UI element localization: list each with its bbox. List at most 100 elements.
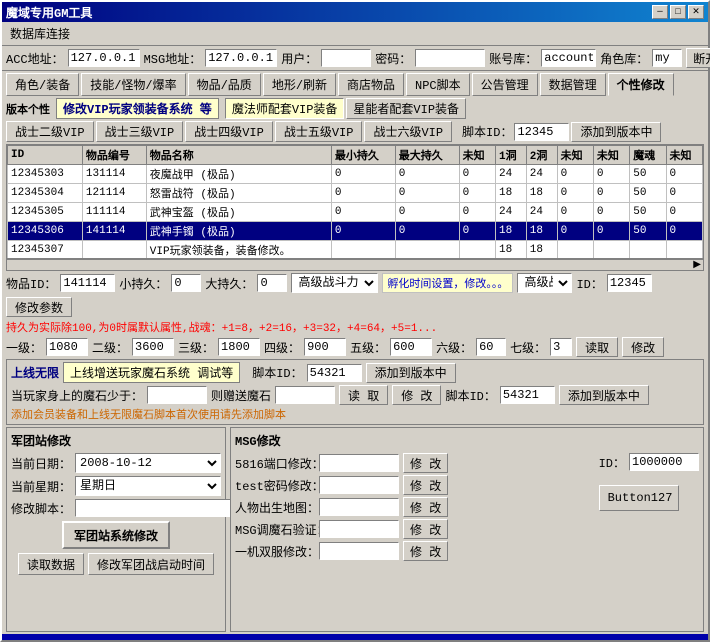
mod-params-btn[interactable]: 修改参数 xyxy=(6,297,72,317)
table-row[interactable]: 12345304121114怒雷战符 (极品)000181800500 xyxy=(8,184,703,203)
msg-row-input-0[interactable] xyxy=(319,454,399,472)
vip-tab-lv2[interactable]: 战士二级VIP xyxy=(6,121,94,142)
msg-id-input[interactable] xyxy=(629,453,699,471)
vip-tab-lv6[interactable]: 战士六级VIP xyxy=(364,121,452,142)
item-id-input[interactable] xyxy=(60,274,115,292)
menu-bar: 数据库连接 xyxy=(2,22,708,46)
vip-tab-lv4[interactable]: 战士四级VIP xyxy=(185,121,273,142)
unlimited-script-id-input[interactable] xyxy=(307,364,362,382)
role-db-input[interactable] xyxy=(652,49,682,67)
lv3-input[interactable] xyxy=(218,338,260,356)
tab-npc[interactable]: NPC脚本 xyxy=(406,73,470,96)
guild-week-select[interactable]: 星期日 xyxy=(75,476,221,496)
unlimited-section: 上线无限 上线增送玩家魔石系统 调试等 脚本ID： 添加到版本中 当玩家身上的魔… xyxy=(6,359,704,425)
tab-announce[interactable]: 公告管理 xyxy=(472,73,538,96)
guild-big-btn[interactable]: 军团站系统修改 xyxy=(62,521,170,549)
unlimited-mod-btn[interactable]: 修 改 xyxy=(392,385,441,405)
unlimited-script-id2-input[interactable] xyxy=(500,386,555,404)
lv1-label: 一级： xyxy=(6,339,42,356)
foot-id-input[interactable] xyxy=(514,123,569,141)
gift-threshold-input[interactable] xyxy=(147,386,207,404)
tab-role-equip[interactable]: 角色/装备 xyxy=(6,73,79,96)
min-dur-input[interactable] xyxy=(171,274,201,292)
msg-row-input-1[interactable] xyxy=(319,476,399,494)
combat-select2[interactable]: 高级战 xyxy=(517,273,572,293)
acc-db-input[interactable] xyxy=(541,49,596,67)
msg-section: MSG修改 5816端口修改：修 改test密码修改：修 改人物出生地图：修 改… xyxy=(230,427,704,632)
user-input[interactable] xyxy=(321,49,371,67)
tab-skill-mob[interactable]: 技能/怪物/爆率 xyxy=(81,73,185,96)
unlimited-title: 上线无限 xyxy=(11,364,59,381)
combat-select[interactable]: 高级战斗力 xyxy=(291,273,378,293)
tab-terrain[interactable]: 地形/刷新 xyxy=(263,73,336,96)
msg-row-btn-4[interactable]: 修 改 xyxy=(403,541,448,561)
level-read-btn[interactable]: 读取 xyxy=(576,337,618,357)
close-button[interactable]: ✕ xyxy=(688,5,704,19)
connect-button[interactable]: 断开 xyxy=(686,48,710,68)
guild-read-btn[interactable]: 读取数据 xyxy=(18,553,84,575)
lv3-label: 三级： xyxy=(178,339,214,356)
pwd-input[interactable] xyxy=(415,49,485,67)
msg-row-btn-3[interactable]: 修 改 xyxy=(403,519,448,539)
add-to-version-btn[interactable]: 添加到版本中 xyxy=(571,122,661,142)
lv7-label: 七级： xyxy=(510,339,546,356)
guild-script-input[interactable] xyxy=(75,499,233,517)
config-tab-mage[interactable]: 魔法师配套VIP装备 xyxy=(225,98,345,119)
col-unk2: 未知 xyxy=(557,146,593,165)
config-tab-star[interactable]: 星能者配套VIP装备 xyxy=(346,98,466,119)
col-max: 最大持久 xyxy=(395,146,459,165)
lv6-input[interactable] xyxy=(476,338,506,356)
guild-btn-row: 读取数据 修改军团战启动时间 xyxy=(11,553,221,575)
col-soul: 魔魂 xyxy=(630,146,666,165)
msg-fields: 5816端口修改：修 改test密码修改：修 改人物出生地图：修 改MSG调魔石… xyxy=(235,453,591,563)
guild-date-select[interactable]: 2008-10-12 xyxy=(75,453,221,473)
unlimited-add-btn[interactable]: 添加到版本中 xyxy=(366,363,456,383)
unlimited-read-btn[interactable]: 读 取 xyxy=(339,385,388,405)
msg-ip-input[interactable] xyxy=(205,49,277,67)
msg-row-input-2[interactable] xyxy=(319,498,399,516)
acc-ip-input[interactable] xyxy=(68,49,140,67)
tab-personal[interactable]: 个性修改 xyxy=(608,73,674,96)
msg-row-btn-0[interactable]: 修 改 xyxy=(403,453,448,473)
level-mod-btn[interactable]: 修改 xyxy=(622,337,664,357)
lv5-input[interactable] xyxy=(390,338,432,356)
msg-row-4: 一机双服修改：修 改 xyxy=(235,541,591,561)
title-bar-buttons: ─ □ ✕ xyxy=(652,5,704,19)
table-row[interactable]: 12345307VIP玩家领装备，装备修改。1818 xyxy=(8,241,703,260)
max-dur-input[interactable] xyxy=(257,274,287,292)
lv4-input[interactable] xyxy=(304,338,346,356)
msg-row-2: 人物出生地图：修 改 xyxy=(235,497,591,517)
vip-tab-lv3[interactable]: 战士三级VIP xyxy=(96,121,184,142)
button127[interactable]: Button127 xyxy=(599,485,679,511)
msg-row-input-4[interactable] xyxy=(319,542,399,560)
tab-shop[interactable]: 商店物品 xyxy=(338,73,404,96)
table-row[interactable]: 12345305111114武神宝盔 (极品)000242400500 xyxy=(8,203,703,222)
unlimited-add-btn2[interactable]: 添加到版本中 xyxy=(559,385,649,405)
vip-table[interactable]: ID 物品编号 物品名称 最小持久 最大持久 未知 1洞 2洞 未知 未知 魔魂… xyxy=(6,144,704,259)
acc-db-label: 账号库： xyxy=(489,50,537,67)
maximize-button[interactable]: □ xyxy=(670,5,686,19)
table-row[interactable]: 12345303131114夜魔战甲 (极品)000242400500 xyxy=(8,165,703,184)
lv2-input[interactable] xyxy=(132,338,174,356)
guild-time-btn[interactable]: 修改军团战启动时间 xyxy=(88,553,214,575)
gift-amount-input[interactable] xyxy=(275,386,335,404)
msg-id-row: ID： xyxy=(599,453,699,471)
bottom-area: 军团站修改 当前日期： 2008-10-12 当前星期： 星期日 修改脚本： xyxy=(6,427,704,632)
minimize-button[interactable]: ─ xyxy=(652,5,668,19)
menu-item-db[interactable]: 数据库连接 xyxy=(6,24,74,43)
lv1-input[interactable] xyxy=(46,338,88,356)
msg-row-btn-1[interactable]: 修 改 xyxy=(403,475,448,495)
msg-row-input-3[interactable] xyxy=(319,520,399,538)
gift-label1: 当玩家身上的魔石少于： xyxy=(11,387,143,404)
vip-tab-lv5[interactable]: 战士五级VIP xyxy=(275,121,363,142)
tab-item-quality[interactable]: 物品/品质 xyxy=(188,73,261,96)
main-window: 魔域专用GM工具 ─ □ ✕ 数据库连接 ACC地址： MSG地址： 用户： 密… xyxy=(0,0,710,642)
window-title: 魔域专用GM工具 xyxy=(6,4,92,21)
main-content: 版本个性 修改VIP玩家领装备系统 等 魔法师配套VIP装备 星能者配套VIP装… xyxy=(2,96,708,634)
tab-data-mgmt[interactable]: 数据管理 xyxy=(540,73,606,96)
item-id2-input[interactable] xyxy=(607,274,652,292)
guild-script-row: 修改脚本： xyxy=(11,499,221,517)
msg-row-btn-2[interactable]: 修 改 xyxy=(403,497,448,517)
table-row[interactable]: 12345306141114武神手镯 (极品)000181800500 xyxy=(8,222,703,241)
lv7-input[interactable] xyxy=(550,338,572,356)
